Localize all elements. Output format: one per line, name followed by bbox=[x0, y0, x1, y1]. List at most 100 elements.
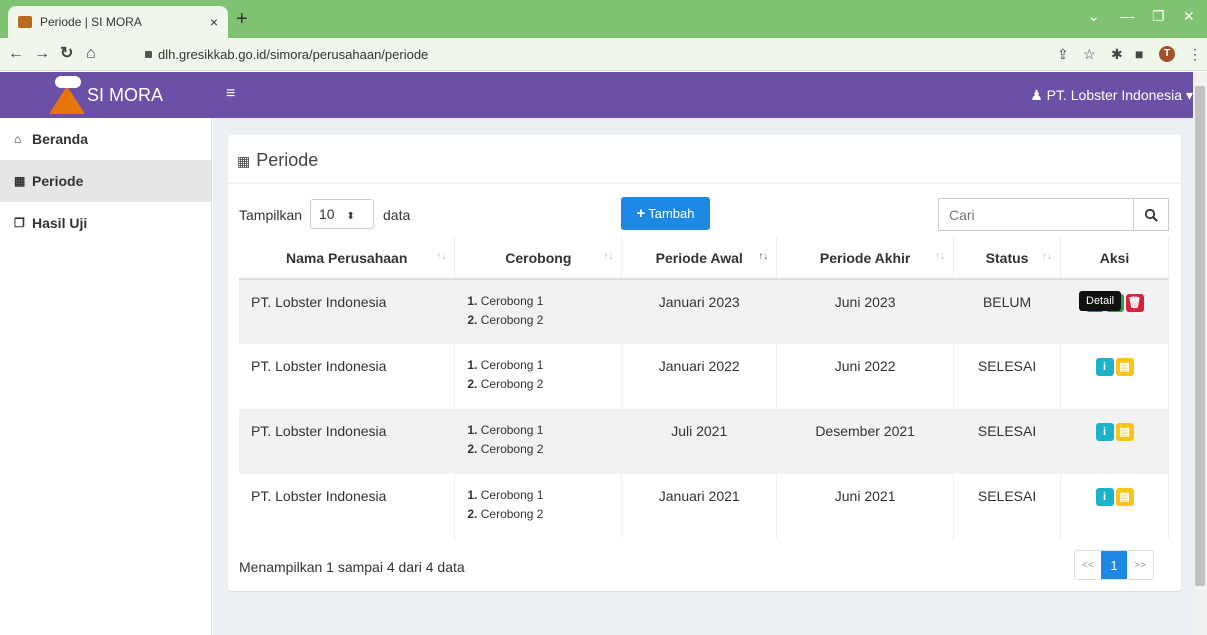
forward-icon[interactable]: → bbox=[34, 45, 50, 63]
plus-icon: + bbox=[636, 205, 646, 222]
url-field[interactable]: dlh.gresikkab.go.id/simora/perusahaan/pe… bbox=[158, 47, 428, 62]
document-button[interactable]: ▤ bbox=[1115, 358, 1134, 377]
calendar-icon: ▦ bbox=[237, 153, 251, 169]
sidebar-item-hasil-uji[interactable]: ❐ Hasil Uji bbox=[0, 202, 211, 244]
page-scrollbar[interactable] bbox=[1193, 72, 1207, 635]
select-arrows-icon: ⬍ bbox=[346, 211, 355, 222]
browser-tab[interactable]: Periode | SI MORA × bbox=[8, 6, 228, 38]
sidebar-item-beranda[interactable]: ⌂ Beranda bbox=[0, 118, 211, 160]
sidebar-item-label: Beranda bbox=[32, 131, 89, 147]
reload-icon[interactable]: ↻ bbox=[60, 45, 73, 63]
minimize-icon[interactable]: — bbox=[1120, 8, 1134, 24]
cell-cerobong: 1. Cerobong 1 2. Cerobong 2 bbox=[454, 279, 623, 344]
cell-periode-akhir: Desember 2021 bbox=[776, 409, 955, 474]
page-title: ▦ Periode bbox=[237, 150, 318, 171]
length-value: 10 bbox=[319, 206, 335, 222]
cell-periode-akhir: Juni 2021 bbox=[776, 474, 955, 539]
cell-cerobong: 1. Cerobong 1 2. Cerobong 2 bbox=[454, 344, 623, 409]
main-content: ▦ Periode Tampilkan 10 ⬍ data + Tambah Na… bbox=[213, 118, 1193, 635]
table-row: PT. Lobster Indonesia 1. Cerobong 1 2. Ce… bbox=[239, 344, 1169, 409]
sidebar: ⌂ Beranda ▦ Periode ❐ Hasil Uji bbox=[0, 118, 212, 635]
user-menu[interactable]: ♟ PT. Lobster Indonesia ▾ bbox=[1030, 87, 1193, 104]
simora-logo-icon bbox=[48, 76, 85, 114]
detail-tooltip: Detail bbox=[1079, 291, 1122, 311]
tab-title: Periode | SI MORA bbox=[40, 15, 142, 29]
delete-button[interactable]: 🗑 bbox=[1125, 294, 1144, 313]
document-button[interactable]: ▤ bbox=[1115, 423, 1134, 442]
tab-search-icon[interactable]: ⌄ bbox=[1088, 8, 1100, 25]
cell-aksi: i ▤ bbox=[1060, 409, 1169, 474]
cell-status: SELESAI bbox=[953, 344, 1062, 409]
cell-nama: PT. Lobster Indonesia bbox=[239, 409, 456, 474]
cell-nama: PT. Lobster Indonesia bbox=[239, 279, 456, 344]
column-header-periode-awal[interactable]: Periode Awal ↑↓ bbox=[621, 237, 778, 280]
extensions-icon[interactable]: ✱ bbox=[1111, 46, 1123, 63]
bookmark-star-icon[interactable]: ☆ bbox=[1083, 46, 1096, 63]
brand[interactable]: SI MORA bbox=[0, 72, 212, 118]
address-bar: ← → ↻ ⌂ dlh.gresikkab.go.id/simora/perus… bbox=[0, 38, 1207, 71]
cell-periode-awal: Januari 2023 bbox=[621, 279, 778, 344]
page-title-text: Periode bbox=[256, 150, 319, 170]
table-info: Menampilkan 1 sampai 4 dari 4 data bbox=[239, 559, 465, 575]
column-header-status[interactable]: Status ↑↓ bbox=[953, 237, 1062, 280]
browser-tab-bar: Periode | SI MORA × + ⌄ — ❐ ✕ bbox=[0, 0, 1207, 38]
sort-icon: ↑↓ bbox=[935, 251, 946, 262]
brand-name: SI MORA bbox=[86, 84, 163, 105]
length-select[interactable]: 10 ⬍ bbox=[310, 199, 374, 229]
cell-status: BELUM bbox=[953, 279, 1062, 344]
menu-toggle-icon[interactable]: ≡ bbox=[226, 85, 235, 103]
browser-menu-icon[interactable]: ⋮ bbox=[1188, 46, 1202, 63]
sidepanel-icon[interactable]: ■ bbox=[1135, 46, 1143, 62]
column-header-periode-akhir[interactable]: Periode Akhir ↑↓ bbox=[776, 237, 955, 280]
add-button[interactable]: + Tambah bbox=[621, 197, 710, 230]
periode-box: ▦ Periode Tampilkan 10 ⬍ data + Tambah Na… bbox=[228, 135, 1181, 591]
maximize-icon[interactable]: ❐ bbox=[1152, 8, 1165, 25]
length-label: Tampilkan bbox=[239, 207, 303, 223]
column-header-cerobong[interactable]: Cerobong ↑↓ bbox=[454, 237, 623, 280]
close-window-icon[interactable]: ✕ bbox=[1183, 8, 1195, 25]
sidebar-item-label: Hasil Uji bbox=[32, 215, 88, 231]
cell-status: SELESAI bbox=[953, 409, 1062, 474]
share-icon[interactable]: ⇪ bbox=[1057, 46, 1069, 63]
search-button[interactable] bbox=[1133, 198, 1169, 231]
cell-periode-awal: Januari 2022 bbox=[621, 344, 778, 409]
cell-nama: PT. Lobster Indonesia bbox=[239, 474, 456, 539]
cell-periode-akhir: Juni 2023 bbox=[776, 279, 955, 344]
new-tab-button[interactable]: + bbox=[236, 9, 248, 29]
detail-button[interactable]: i bbox=[1095, 358, 1114, 377]
table-row: PT. Lobster Indonesia 1. Cerobong 1 2. Ce… bbox=[239, 474, 1169, 539]
sort-icon: ↑↓ bbox=[758, 251, 769, 262]
periode-table: Nama Perusahaan ↑↓ Cerobong ↑↓ Periode Awa… bbox=[239, 237, 1169, 539]
column-header-nama[interactable]: Nama Perusahaan ↑↓ bbox=[239, 237, 456, 280]
pagination: << 1 >> bbox=[1074, 550, 1154, 580]
column-header-aksi: Aksi bbox=[1060, 237, 1169, 280]
detail-button[interactable]: i bbox=[1095, 488, 1114, 507]
sort-icon: ↑↓ bbox=[603, 251, 614, 262]
sidebar-item-periode[interactable]: ▦ Periode bbox=[0, 160, 211, 202]
pagination-next[interactable]: >> bbox=[1127, 551, 1153, 579]
add-button-label: Tambah bbox=[648, 206, 695, 221]
user-icon: ♟ bbox=[1030, 87, 1047, 103]
app-header: SI MORA ≡ ♟ PT. Lobster Indonesia ▾ bbox=[0, 72, 1207, 118]
pagination-page-1[interactable]: 1 bbox=[1101, 551, 1127, 579]
sidebar-item-label: Periode bbox=[32, 173, 84, 189]
document-button[interactable]: ▤ bbox=[1115, 488, 1134, 507]
pagination-prev[interactable]: << bbox=[1075, 551, 1101, 579]
user-name: PT. Lobster Indonesia bbox=[1046, 87, 1183, 103]
home-button-icon[interactable]: ⌂ bbox=[86, 45, 96, 63]
cell-status: SELESAI bbox=[953, 474, 1062, 539]
tab-close-icon[interactable]: × bbox=[210, 14, 218, 30]
table-header-row: Nama Perusahaan ↑↓ Cerobong ↑↓ Periode Awa… bbox=[239, 237, 1169, 280]
cell-aksi: i ▤ bbox=[1060, 474, 1169, 539]
sort-icon: ↑↓ bbox=[1042, 251, 1053, 262]
sort-icon: ↑↓ bbox=[436, 251, 447, 262]
cell-cerobong: 1. Cerobong 1 2. Cerobong 2 bbox=[454, 409, 623, 474]
scrollbar-thumb[interactable] bbox=[1195, 86, 1205, 586]
divider bbox=[228, 183, 1181, 184]
detail-button[interactable]: i bbox=[1095, 423, 1114, 442]
back-icon[interactable]: ← bbox=[8, 45, 24, 63]
cell-periode-awal: Januari 2021 bbox=[621, 474, 778, 539]
search-input[interactable] bbox=[938, 198, 1134, 231]
cell-periode-akhir: Juni 2022 bbox=[776, 344, 955, 409]
profile-avatar[interactable]: T bbox=[1159, 46, 1175, 62]
